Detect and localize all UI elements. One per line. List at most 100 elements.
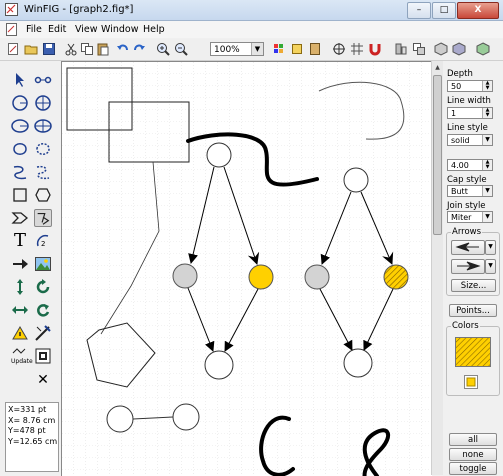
polyline-tool-icon[interactable] <box>11 209 29 227</box>
dash-length-input[interactable]: 4.00 ▲ ▼ <box>447 159 493 171</box>
layers-icon[interactable] <box>272 42 286 56</box>
save-icon[interactable] <box>42 42 56 56</box>
line-style-dropdown-icon[interactable]: ▼ <box>482 135 492 145</box>
update-tool[interactable]: Update <box>11 347 33 365</box>
point-to-point-tool-icon[interactable] <box>34 71 52 89</box>
rectangle-tool-icon[interactable] <box>11 186 29 204</box>
depth-label: Depth <box>447 69 473 79</box>
join-style-select[interactable]: Miter ▼ <box>447 211 493 223</box>
scroll-up-icon[interactable]: ▲ <box>433 63 442 72</box>
graph-node-circle[interactable] <box>172 263 198 289</box>
zoom-out-icon[interactable] <box>174 42 188 56</box>
toggle-selection-button[interactable]: toggle <box>449 462 497 475</box>
graph-node-circle[interactable] <box>248 264 274 290</box>
cut-icon[interactable] <box>64 42 78 56</box>
dash-length-spin-icon[interactable]: ▲ ▼ <box>482 160 492 170</box>
undo-icon[interactable] <box>116 42 130 56</box>
graph-node-circle[interactable] <box>206 142 232 168</box>
scale-tool-icon[interactable] <box>11 324 29 342</box>
arc-angle-tool-icon[interactable]: 2 <box>34 232 52 250</box>
menu-file[interactable]: File <box>26 24 42 35</box>
cap-style-dropdown-icon[interactable]: ▼ <box>482 186 492 196</box>
arrow-tool-icon[interactable] <box>11 255 29 273</box>
line-width-value: 1 <box>451 109 457 118</box>
end-arrow-dropdown-icon[interactable]: ▼ <box>485 259 496 274</box>
picture-tool-icon[interactable] <box>34 255 52 273</box>
line-style-select[interactable]: solid ▼ <box>447 134 493 146</box>
maximize-button[interactable]: □ <box>432 2 456 19</box>
polygon-tool-icon[interactable] <box>34 186 52 204</box>
fill-color-swatch[interactable] <box>455 337 491 367</box>
close-button[interactable]: X <box>457 2 499 19</box>
start-arrow-button[interactable] <box>451 240 485 255</box>
ellipse-radius-tool-icon[interactable] <box>11 117 29 135</box>
zoom-combo[interactable]: 100% ▼ <box>210 42 264 56</box>
document-icon[interactable] <box>5 23 18 36</box>
line-width-spin-icon[interactable]: ▲ ▼ <box>482 108 492 118</box>
library-icon[interactable] <box>308 42 322 56</box>
open-icon[interactable] <box>24 42 38 56</box>
graph-node-circle[interactable] <box>343 348 373 378</box>
crosshair-icon[interactable] <box>332 42 346 56</box>
select-none-button[interactable]: none <box>449 448 497 461</box>
object-cube-alt-icon[interactable] <box>452 42 466 56</box>
minimize-button[interactable]: – <box>407 2 431 19</box>
ellipse-diameter-tool-icon[interactable] <box>34 117 52 135</box>
menu-window[interactable]: Window <box>101 24 138 35</box>
circle-diameter-tool-icon[interactable] <box>34 94 52 112</box>
edit-points-tool-icon[interactable] <box>34 324 52 342</box>
library-object-tool-icon[interactable] <box>34 347 52 365</box>
cap-style-select[interactable]: Butt ▼ <box>447 185 493 197</box>
points-button[interactable]: Points... <box>449 304 497 317</box>
rotate-copy-tool-icon[interactable] <box>34 301 52 319</box>
closed-spline-tool-icon[interactable] <box>11 140 29 158</box>
zoom-value: 100% <box>214 45 240 55</box>
scrollbar-thumb[interactable] <box>433 75 442 235</box>
graph-node-circle[interactable] <box>304 264 330 290</box>
menu-help[interactable]: Help <box>143 24 165 35</box>
snap-grid-icon[interactable] <box>350 42 364 56</box>
fill-icon[interactable] <box>290 42 304 56</box>
line-width-input[interactable]: 1 ▲ ▼ <box>447 107 493 119</box>
align-icon[interactable] <box>394 42 408 56</box>
arc-tool-selected[interactable] <box>34 209 52 227</box>
zoom-in-icon[interactable] <box>156 42 170 56</box>
rotate-tool-icon[interactable] <box>34 278 52 296</box>
depth-spin-icon[interactable]: ▲ ▼ <box>482 81 492 91</box>
magnet-icon[interactable] <box>368 42 382 56</box>
new-icon[interactable] <box>6 42 20 56</box>
move-tool-icon[interactable] <box>11 278 29 296</box>
copy-icon[interactable] <box>80 42 94 56</box>
closed-interp-spline-tool-icon[interactable] <box>34 140 52 158</box>
graph-node-circle[interactable] <box>383 264 409 290</box>
redo-icon[interactable] <box>132 42 146 56</box>
join-style-dropdown-icon[interactable]: ▼ <box>482 212 492 222</box>
select-arrow-tool-icon[interactable] <box>11 71 29 89</box>
object-cube-icon[interactable] <box>434 42 448 56</box>
depth-input[interactable]: 50 ▲ ▼ <box>447 80 493 92</box>
paste-icon[interactable] <box>96 42 110 56</box>
graph-node-circle[interactable] <box>172 403 200 431</box>
arrow-size-button[interactable]: Size... <box>451 279 496 292</box>
end-arrow-button[interactable] <box>451 259 485 274</box>
graph-node-circle[interactable] <box>343 167 369 193</box>
graph-node-circle[interactable] <box>204 350 234 380</box>
open-interp-spline-tool-icon[interactable] <box>34 163 52 181</box>
open-spline-tool-icon[interactable] <box>11 163 29 181</box>
drawing-canvas[interactable] <box>61 61 432 476</box>
vertical-scrollbar[interactable]: ▲ <box>431 61 443 475</box>
menu-view[interactable]: View <box>75 24 98 35</box>
arrange-icon[interactable] <box>412 42 426 56</box>
pen-color-swatch[interactable] <box>464 375 478 389</box>
select-all-button[interactable]: all <box>449 433 497 446</box>
start-arrow-dropdown-icon[interactable]: ▼ <box>485 240 496 255</box>
text-tool-icon[interactable]: T <box>11 232 29 250</box>
graph-node-circle[interactable] <box>106 405 134 433</box>
delete-tool-icon[interactable]: ✕ <box>34 371 52 389</box>
circle-radius-tool-icon[interactable] <box>11 94 29 112</box>
update-label: Update <box>11 358 33 365</box>
export-icon[interactable] <box>476 42 490 56</box>
flip-horizontal-tool-icon[interactable] <box>11 301 29 319</box>
menu-edit[interactable]: Edit <box>48 24 66 35</box>
zoom-dropdown-arrow[interactable]: ▼ <box>251 43 263 55</box>
